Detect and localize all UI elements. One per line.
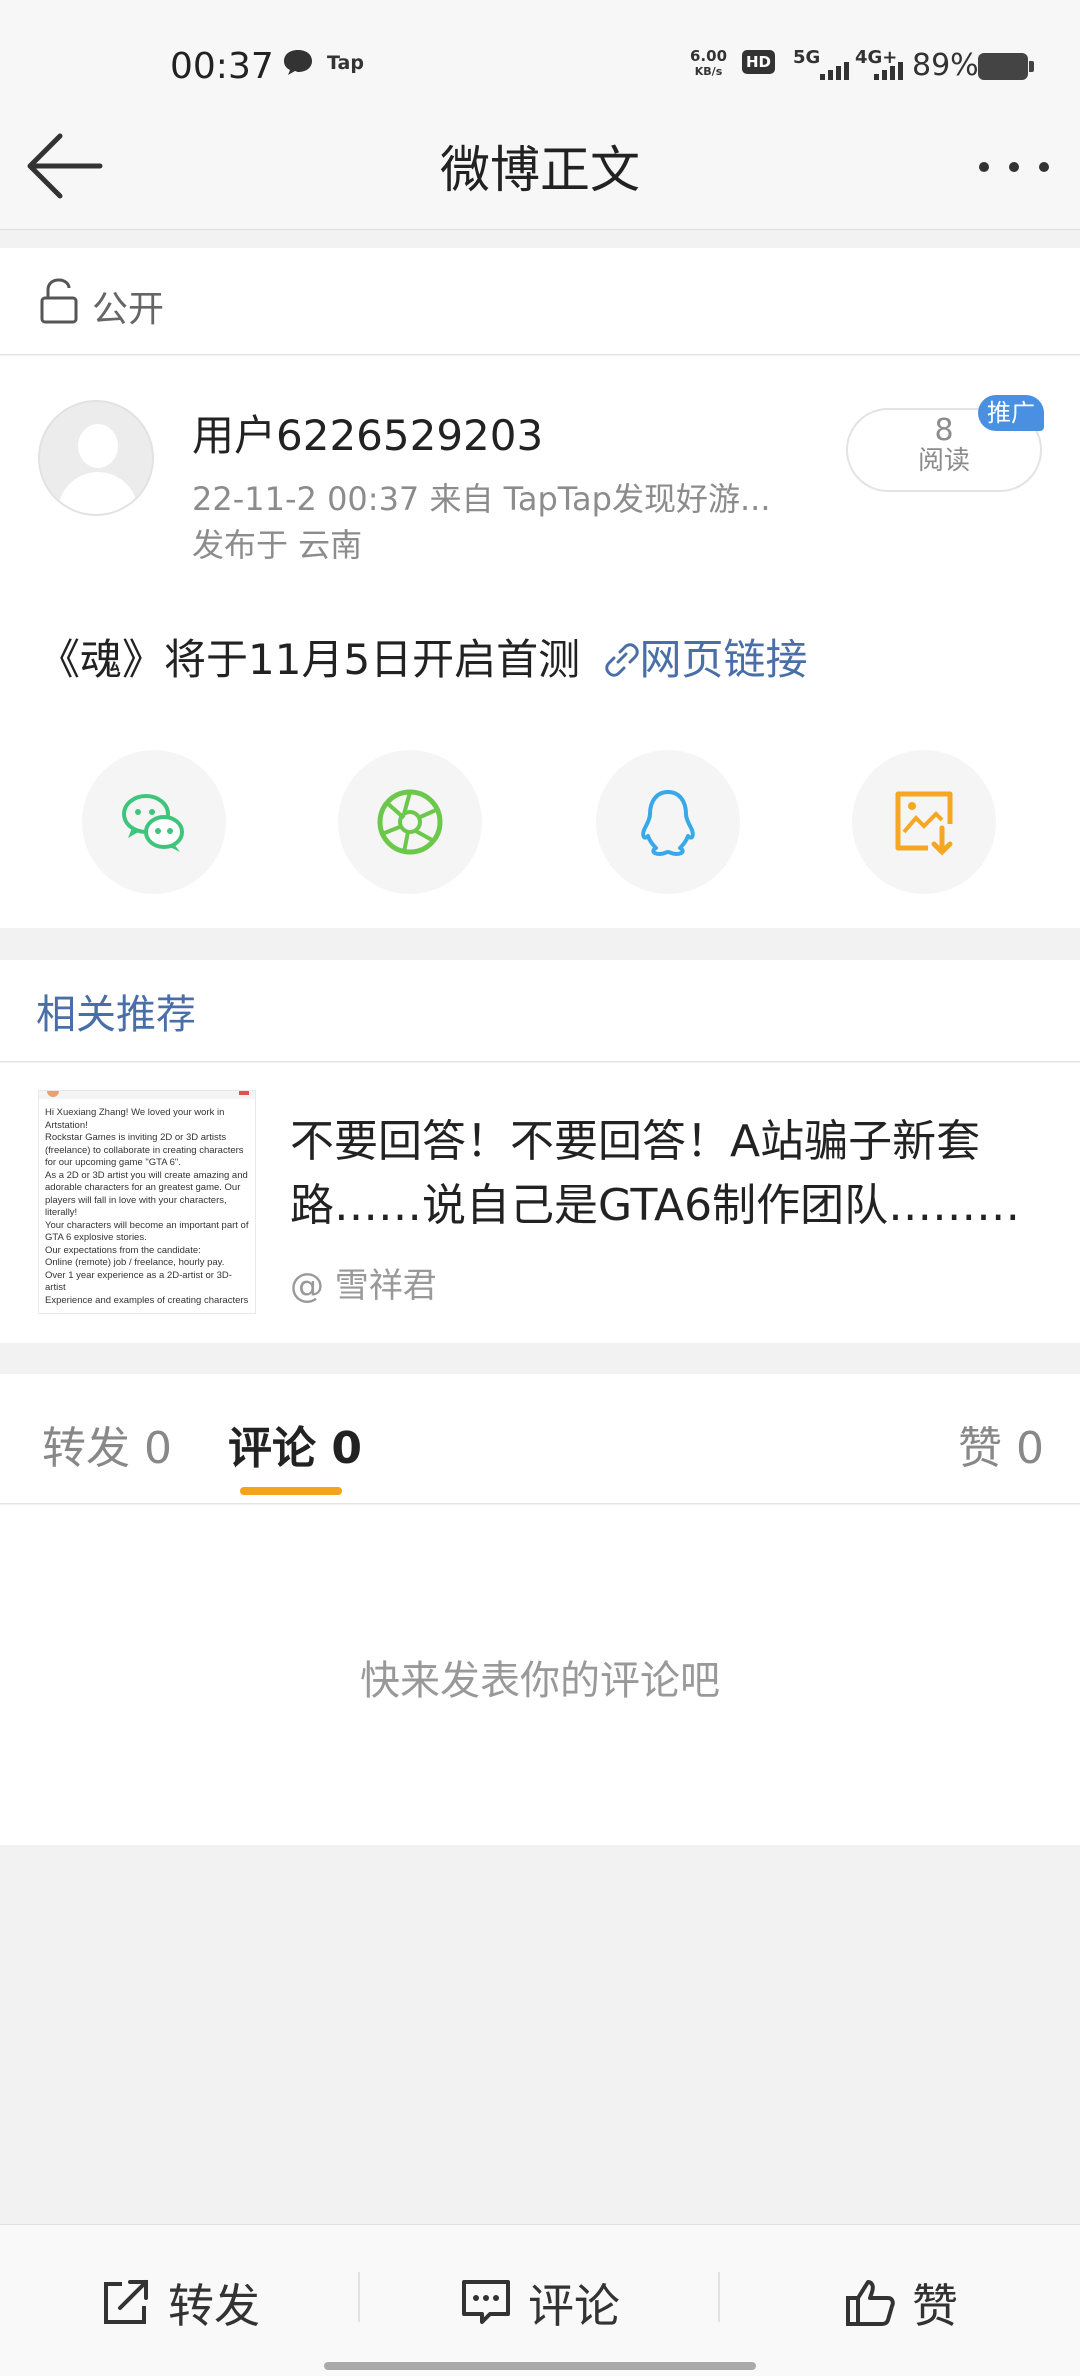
home-indicator[interactable]: [324, 2362, 756, 2370]
thumbnail-text-line: Rockstar Games is inviting 2D or 3D arti…: [45, 1132, 227, 1143]
thumbnail-text-line: (freelance) to collaborate in creating c…: [45, 1144, 244, 1156]
comment-button[interactable]: 评论: [460, 2266, 660, 2336]
thumbnail-text: Hi Xuexiang Zhang! We loved your work in…: [45, 1107, 249, 1307]
repost-button[interactable]: 转发: [100, 2266, 300, 2336]
thumbnail-text-line: adorable characters for an greatest game…: [45, 1182, 241, 1193]
share-qq-button[interactable]: [596, 750, 740, 894]
save-image-icon: [895, 791, 953, 856]
like-button[interactable]: 赞: [844, 2266, 994, 2336]
related-author[interactable]: @ 雪祥君: [290, 1258, 437, 1307]
hd-voice-icon: HD: [742, 50, 776, 74]
status-time: 00:37: [170, 46, 274, 87]
avatar[interactable]: [38, 400, 154, 516]
thumbnail-text-line: Artstation!: [45, 1119, 88, 1131]
message-icon: [284, 50, 312, 75]
web-link-text: 网页链接: [639, 635, 808, 684]
web-link[interactable]: 网页链接: [594, 635, 808, 684]
related-title: 相关推荐: [36, 992, 196, 1038]
battery-icon: [978, 53, 1034, 80]
thumbnail-text-line: GTA 6 explosive stories.: [45, 1232, 147, 1243]
thumbnail-text-line: Our expectations from the candidate:: [45, 1244, 201, 1256]
related-headline[interactable]: 不要回答！不要回答！A站骗子新套路……说自己是GTA6制作团队………: [290, 1110, 1050, 1238]
active-tab-indicator: [240, 1487, 342, 1495]
share-moments-button[interactable]: [338, 750, 482, 894]
net-speed: 6.00 KB/s: [690, 48, 727, 80]
more-options-icon[interactable]: [975, 150, 1055, 180]
like-label: 赞: [912, 2279, 958, 2333]
signal-5g-label: 5G: [793, 47, 821, 68]
thumbnail-text-line: for our upcoming game "GTA 6".: [45, 1157, 181, 1168]
wechat-icon: [122, 794, 184, 852]
net-speed-value: 6.00: [690, 47, 728, 65]
signal-bars-icon: [820, 60, 860, 80]
related-thumbnail[interactable]: Hi Xuexiang Zhang! We loved your work in…: [38, 1090, 256, 1314]
post-location: 发布于 云南: [192, 526, 363, 564]
qq-icon: [641, 790, 695, 856]
empty-comments-text: 快来发表你的评论吧: [360, 1658, 720, 1704]
thumbnail-text-line: players will fall in love with your char…: [45, 1194, 227, 1206]
tap-app-icon: Tap: [327, 52, 364, 74]
hd-label: HD: [746, 53, 772, 71]
link-icon: [604, 643, 639, 677]
thumbnail-text-line: As a 2D or 3D artist you will create ama…: [45, 1169, 248, 1181]
share-wechat-button[interactable]: [82, 750, 226, 894]
post-text: 《魂》将于11月5日开启首测: [38, 635, 594, 684]
thumbnail-text-line: literally!: [45, 1207, 78, 1218]
moments-icon: [377, 789, 443, 855]
net-speed-unit: KB/s: [694, 65, 723, 78]
promo-badge: 推广: [978, 395, 1044, 431]
signal-bars-icon: [874, 60, 914, 80]
visibility-label: 公开: [92, 289, 165, 330]
comment-icon: [462, 2280, 510, 2324]
thumbnail-text-line: Your characters will become an important…: [45, 1219, 249, 1231]
thumbs-up-icon: [846, 2280, 895, 2326]
comment-label: 评论: [528, 2279, 620, 2333]
thumbnail-text-line: Online (remote) job / freelance, hourly …: [45, 1257, 225, 1268]
username[interactable]: 用户6226529203: [192, 402, 543, 463]
repost-icon: [104, 2280, 148, 2324]
save-image-button[interactable]: [852, 750, 996, 894]
post-meta: 22-11-2 00:37 来自 TapTap发现好游...: [192, 480, 771, 518]
repost-label: 转发: [168, 2279, 260, 2333]
unlock-icon: [40, 278, 78, 324]
page-title: 微博正文: [440, 141, 640, 199]
read-label: 阅读: [917, 446, 970, 476]
battery-percent: 89%: [912, 48, 979, 83]
thumbnail-text-line: Experience and examples of creating char…: [45, 1294, 249, 1306]
tab-repost[interactable]: 转发 0: [42, 1412, 172, 1476]
post-content: 《魂》将于11月5日开启首测 网页链接: [38, 626, 808, 687]
thumbnail-text-line: Hi Xuexiang Zhang! We loved your work in: [45, 1107, 225, 1118]
divider: [718, 2272, 720, 2322]
divider: [358, 2272, 360, 2322]
tab-comment[interactable]: 评论 0: [228, 1412, 362, 1476]
tab-like[interactable]: 赞 0: [958, 1412, 1044, 1476]
thumbnail-text-line: Over 1 year experience as a 2D-artist or…: [45, 1269, 232, 1294]
